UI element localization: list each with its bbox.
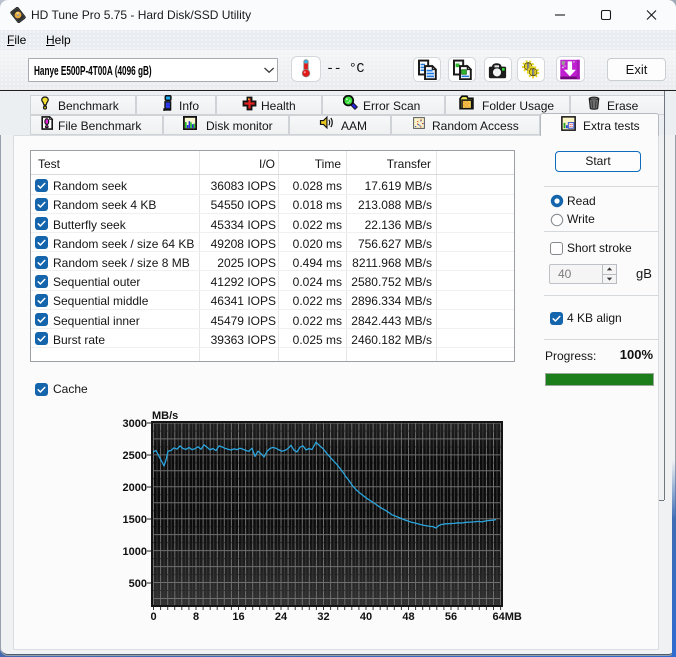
svg-text:1500: 1500 xyxy=(123,514,147,526)
svg-text:40: 40 xyxy=(360,611,372,623)
svg-text:2000: 2000 xyxy=(123,482,147,494)
svg-text:8: 8 xyxy=(193,611,199,623)
svg-text:32: 32 xyxy=(317,611,329,623)
svg-text:16: 16 xyxy=(232,611,244,623)
svg-text:64MB: 64MB xyxy=(493,611,522,623)
svg-text:2500: 2500 xyxy=(123,450,147,462)
svg-text:24: 24 xyxy=(275,611,288,623)
svg-text:0: 0 xyxy=(150,611,156,623)
svg-text:3000: 3000 xyxy=(123,418,147,430)
svg-text:1000: 1000 xyxy=(123,546,147,558)
svg-text:500: 500 xyxy=(129,578,147,590)
svg-text:56: 56 xyxy=(445,611,457,623)
svg-text:MB/s: MB/s xyxy=(152,410,178,422)
svg-text:48: 48 xyxy=(402,611,414,623)
